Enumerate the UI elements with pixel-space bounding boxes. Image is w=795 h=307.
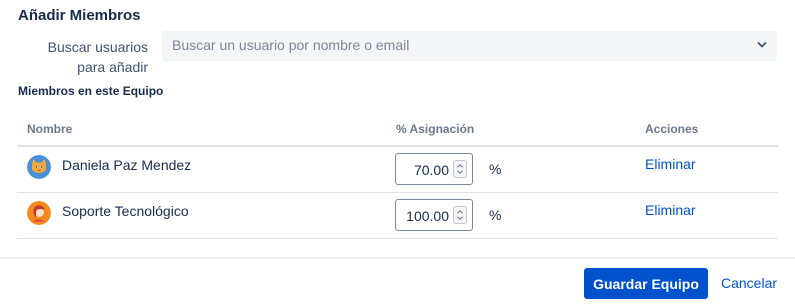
allocation-input[interactable]: 70.00 bbox=[395, 153, 473, 185]
cat-avatar-icon bbox=[27, 155, 51, 179]
members-title: Miembros en este Equipo bbox=[18, 84, 164, 98]
chevron-down-icon[interactable] bbox=[757, 40, 767, 50]
allocation-value: 70.00 bbox=[413, 162, 449, 178]
members-table: Nombre % Asignación Acciones Daniela Paz… bbox=[17, 114, 778, 239]
remove-member-link[interactable]: Eliminar bbox=[645, 202, 696, 218]
add-members-dialog: Añadir Miembros Buscar usuarios para aña… bbox=[0, 0, 795, 307]
allocation-value: 100.00 bbox=[406, 208, 449, 224]
search-label-line-2: para añadir bbox=[77, 59, 148, 75]
remove-member-link[interactable]: Eliminar bbox=[645, 156, 696, 172]
search-label-line-1: Buscar usuarios bbox=[47, 39, 148, 55]
footer-divider bbox=[0, 257, 795, 259]
table-header: Nombre % Asignación Acciones bbox=[17, 114, 778, 147]
percent-unit: % bbox=[489, 207, 502, 223]
header-actions: Acciones bbox=[645, 122, 699, 136]
table-row: Daniela Paz Mendez 70.00 % Eliminar bbox=[17, 147, 778, 193]
user-search-select[interactable]: Buscar un usuario por nombre o email bbox=[162, 31, 777, 61]
search-label: Buscar usuarios para añadir bbox=[30, 37, 148, 77]
member-name: Daniela Paz Mendez bbox=[62, 157, 192, 173]
allocation-input[interactable]: 100.00 bbox=[395, 199, 473, 231]
section-title: Añadir Miembros bbox=[18, 7, 141, 24]
cancel-link[interactable]: Cancelar bbox=[721, 275, 777, 291]
spinner-icon[interactable] bbox=[453, 206, 467, 224]
table-row: Soporte Tecnológico 100.00 % Eliminar bbox=[17, 193, 778, 239]
spinner-icon[interactable] bbox=[453, 160, 467, 178]
save-team-button[interactable]: Guardar Equipo bbox=[584, 268, 708, 299]
search-placeholder: Buscar un usuario por nombre o email bbox=[172, 37, 410, 53]
header-name: Nombre bbox=[27, 122, 73, 136]
percent-unit: % bbox=[489, 161, 502, 177]
person-avatar-icon bbox=[27, 201, 51, 225]
header-allocation: % Asignación bbox=[396, 122, 475, 136]
member-name: Soporte Tecnológico bbox=[62, 203, 189, 219]
